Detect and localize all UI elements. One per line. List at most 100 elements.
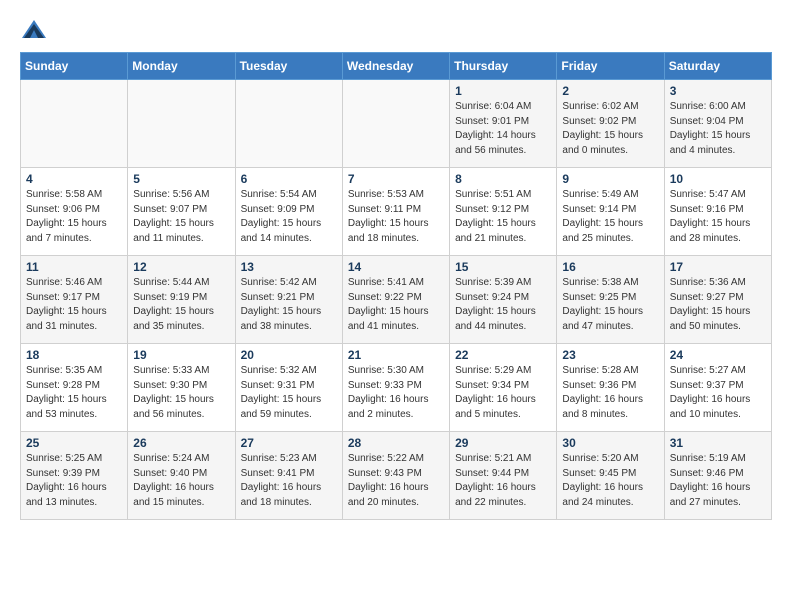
header	[20, 16, 772, 44]
day-cell: 14 Sunrise: 5:41 AM Sunset: 9:22 PM Dayli…	[342, 256, 449, 344]
day-cell: 18 Sunrise: 5:35 AM Sunset: 9:28 PM Dayli…	[21, 344, 128, 432]
day-cell: 10Sunrise: 5:47 AM Sunset: 9:16 PM Dayli…	[664, 168, 771, 256]
day-cell	[235, 80, 342, 168]
day-number: 28	[348, 436, 444, 450]
day-cell: 27Sunrise: 5:23 AM Sunset: 9:41 PM Dayli…	[235, 432, 342, 520]
day-info: Sunrise: 5:21 AM Sunset: 9:44 PM Dayligh…	[455, 452, 551, 510]
header-row: SundayMondayTuesdayWednesdayThursdayFrid…	[21, 53, 772, 80]
day-cell: 12 Sunrise: 5:44 AM Sunset: 9:19 PM Dayli…	[128, 256, 235, 344]
day-cell: 17 Sunrise: 5:36 AM Sunset: 9:27 PM Dayli…	[664, 256, 771, 344]
day-info: Sunrise: 5:22 AM Sunset: 9:43 PM Dayligh…	[348, 452, 444, 510]
day-cell: 11 Sunrise: 5:46 AM Sunset: 9:17 PM Dayli…	[21, 256, 128, 344]
logo-icon	[20, 16, 48, 44]
day-number: 31	[670, 436, 766, 450]
day-info: Sunrise: 5:39 AM Sunset: 9:24 PM Dayligh…	[455, 276, 551, 334]
day-cell: 26 Sunrise: 5:24 AM Sunset: 9:40 PM Dayli…	[128, 432, 235, 520]
day-number: 4	[26, 172, 122, 186]
day-info: Sunrise: 5:35 AM Sunset: 9:28 PM Dayligh…	[26, 364, 122, 422]
day-cell: 30Sunrise: 5:20 AM Sunset: 9:45 PM Dayli…	[557, 432, 664, 520]
day-number: 12	[133, 260, 229, 274]
day-info: Sunrise: 5:46 AM Sunset: 9:17 PM Dayligh…	[26, 276, 122, 334]
day-info: Sunrise: 5:27 AM Sunset: 9:37 PM Dayligh…	[670, 364, 766, 422]
week-row-2: 4 Sunrise: 5:58 AM Sunset: 9:06 PM Daylig…	[21, 168, 772, 256]
day-info: Sunrise: 5:56 AM Sunset: 9:07 PM Dayligh…	[133, 188, 229, 246]
day-info: Sunrise: 5:38 AM Sunset: 9:25 PM Dayligh…	[562, 276, 658, 334]
day-number: 9	[562, 172, 658, 186]
day-cell: 15 Sunrise: 5:39 AM Sunset: 9:24 PM Dayli…	[450, 256, 557, 344]
day-number: 14	[348, 260, 444, 274]
day-info: Sunrise: 5:28 AM Sunset: 9:36 PM Dayligh…	[562, 364, 658, 422]
day-info: Sunrise: 5:54 AM Sunset: 9:09 PM Dayligh…	[241, 188, 337, 246]
day-cell: 19 Sunrise: 5:33 AM Sunset: 9:30 PM Dayli…	[128, 344, 235, 432]
header-cell-wednesday: Wednesday	[342, 53, 449, 80]
day-number: 20	[241, 348, 337, 362]
day-cell: 7Sunrise: 5:53 AM Sunset: 9:11 PM Daylig…	[342, 168, 449, 256]
day-number: 19	[133, 348, 229, 362]
day-number: 15	[455, 260, 551, 274]
day-info: Sunrise: 5:33 AM Sunset: 9:30 PM Dayligh…	[133, 364, 229, 422]
day-number: 24	[670, 348, 766, 362]
day-number: 2	[562, 84, 658, 98]
day-number: 17	[670, 260, 766, 274]
header-cell-friday: Friday	[557, 53, 664, 80]
day-cell: 5 Sunrise: 5:56 AM Sunset: 9:07 PM Daylig…	[128, 168, 235, 256]
day-cell: 3Sunrise: 6:00 AM Sunset: 9:04 PM Daylig…	[664, 80, 771, 168]
day-number: 29	[455, 436, 551, 450]
day-info: Sunrise: 5:42 AM Sunset: 9:21 PM Dayligh…	[241, 276, 337, 334]
logo	[20, 16, 52, 44]
day-number: 11	[26, 260, 122, 274]
week-row-4: 18 Sunrise: 5:35 AM Sunset: 9:28 PM Dayli…	[21, 344, 772, 432]
day-cell: 23 Sunrise: 5:28 AM Sunset: 9:36 PM Dayli…	[557, 344, 664, 432]
day-number: 8	[455, 172, 551, 186]
day-info: Sunrise: 5:36 AM Sunset: 9:27 PM Dayligh…	[670, 276, 766, 334]
header-cell-saturday: Saturday	[664, 53, 771, 80]
day-cell: 22 Sunrise: 5:29 AM Sunset: 9:34 PM Dayli…	[450, 344, 557, 432]
day-info: Sunrise: 5:53 AM Sunset: 9:11 PM Dayligh…	[348, 188, 444, 246]
day-info: Sunrise: 5:51 AM Sunset: 9:12 PM Dayligh…	[455, 188, 551, 246]
day-info: Sunrise: 5:25 AM Sunset: 9:39 PM Dayligh…	[26, 452, 122, 510]
week-row-5: 25 Sunrise: 5:25 AM Sunset: 9:39 PM Dayli…	[21, 432, 772, 520]
day-info: Sunrise: 5:49 AM Sunset: 9:14 PM Dayligh…	[562, 188, 658, 246]
day-number: 23	[562, 348, 658, 362]
day-info: Sunrise: 5:24 AM Sunset: 9:40 PM Dayligh…	[133, 452, 229, 510]
day-cell: 13 Sunrise: 5:42 AM Sunset: 9:21 PM Dayli…	[235, 256, 342, 344]
day-cell	[128, 80, 235, 168]
day-number: 18	[26, 348, 122, 362]
day-cell	[342, 80, 449, 168]
day-info: Sunrise: 5:29 AM Sunset: 9:34 PM Dayligh…	[455, 364, 551, 422]
day-cell: 16 Sunrise: 5:38 AM Sunset: 9:25 PM Dayli…	[557, 256, 664, 344]
header-cell-sunday: Sunday	[21, 53, 128, 80]
day-cell	[21, 80, 128, 168]
day-number: 3	[670, 84, 766, 98]
week-row-3: 11 Sunrise: 5:46 AM Sunset: 9:17 PM Dayli…	[21, 256, 772, 344]
day-number: 6	[241, 172, 337, 186]
day-number: 22	[455, 348, 551, 362]
header-cell-thursday: Thursday	[450, 53, 557, 80]
day-info: Sunrise: 5:20 AM Sunset: 9:45 PM Dayligh…	[562, 452, 658, 510]
day-info: Sunrise: 5:32 AM Sunset: 9:31 PM Dayligh…	[241, 364, 337, 422]
day-info: Sunrise: 5:19 AM Sunset: 9:46 PM Dayligh…	[670, 452, 766, 510]
day-number: 1	[455, 84, 551, 98]
header-cell-tuesday: Tuesday	[235, 53, 342, 80]
day-cell: 20 Sunrise: 5:32 AM Sunset: 9:31 PM Dayli…	[235, 344, 342, 432]
day-number: 21	[348, 348, 444, 362]
day-info: Sunrise: 5:58 AM Sunset: 9:06 PM Dayligh…	[26, 188, 122, 246]
day-number: 13	[241, 260, 337, 274]
day-number: 26	[133, 436, 229, 450]
page: SundayMondayTuesdayWednesdayThursdayFrid…	[0, 0, 792, 536]
day-info: Sunrise: 5:44 AM Sunset: 9:19 PM Dayligh…	[133, 276, 229, 334]
day-number: 5	[133, 172, 229, 186]
day-info: Sunrise: 5:30 AM Sunset: 9:33 PM Dayligh…	[348, 364, 444, 422]
day-info: Sunrise: 5:41 AM Sunset: 9:22 PM Dayligh…	[348, 276, 444, 334]
day-info: Sunrise: 6:04 AM Sunset: 9:01 PM Dayligh…	[455, 100, 551, 158]
day-info: Sunrise: 5:47 AM Sunset: 9:16 PM Dayligh…	[670, 188, 766, 246]
calendar-table: SundayMondayTuesdayWednesdayThursdayFrid…	[20, 52, 772, 520]
day-cell: 8 Sunrise: 5:51 AM Sunset: 9:12 PM Daylig…	[450, 168, 557, 256]
day-cell: 24 Sunrise: 5:27 AM Sunset: 9:37 PM Dayli…	[664, 344, 771, 432]
day-cell: 6 Sunrise: 5:54 AM Sunset: 9:09 PM Daylig…	[235, 168, 342, 256]
day-number: 27	[241, 436, 337, 450]
day-number: 25	[26, 436, 122, 450]
day-cell: 29 Sunrise: 5:21 AM Sunset: 9:44 PM Dayli…	[450, 432, 557, 520]
day-number: 16	[562, 260, 658, 274]
day-info: Sunrise: 6:02 AM Sunset: 9:02 PM Dayligh…	[562, 100, 658, 158]
